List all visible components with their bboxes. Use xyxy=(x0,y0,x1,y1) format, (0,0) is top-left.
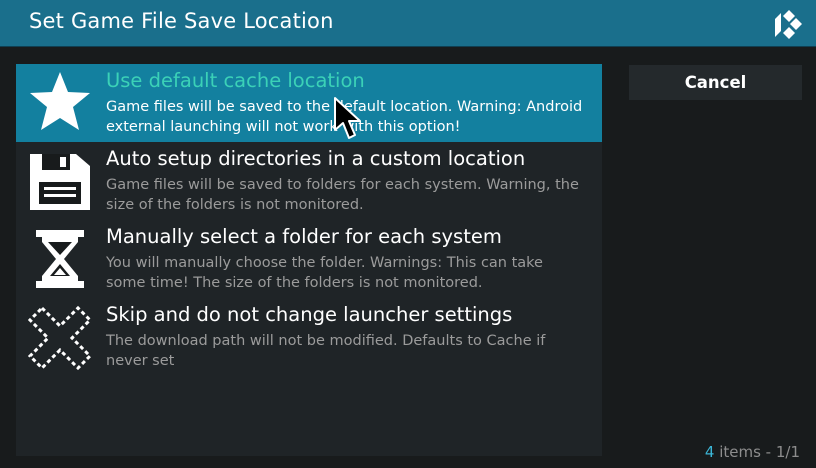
option-description: You will manually choose the folder. War… xyxy=(106,255,543,291)
item-count-footer: 4 items - 1/1 xyxy=(705,443,800,461)
option-manually-select-folder[interactable]: Manually select a folder for each system… xyxy=(16,220,602,298)
dialog-title-bar: Set Game File Save Location xyxy=(0,0,816,47)
option-label: Auto setup directories in a custom locat… xyxy=(106,147,526,170)
item-count: 4 xyxy=(704,443,715,461)
option-use-default-cache[interactable]: Use default cache location Game files wi… xyxy=(16,64,602,142)
kodi-logo-icon xyxy=(775,10,802,39)
option-label: Skip and do not change launcher settings xyxy=(106,303,513,326)
cross-icon xyxy=(28,305,92,370)
option-label: Use default cache location xyxy=(106,69,365,92)
dialog-title: Set Game File Save Location xyxy=(29,9,334,33)
page-indicator: 1/1 xyxy=(775,443,800,461)
cancel-button[interactable]: Cancel xyxy=(629,65,802,100)
option-auto-setup-directories[interactable]: Auto setup directories in a custom locat… xyxy=(16,142,602,220)
mouse-cursor-icon xyxy=(334,97,361,139)
option-description: The download path will not be modified. … xyxy=(106,333,546,369)
hourglass-icon xyxy=(36,230,84,288)
option-description: Game files will be saved to folders for … xyxy=(106,177,579,213)
option-label: Manually select a folder for each system xyxy=(106,225,502,248)
option-skip-launcher-settings[interactable]: Skip and do not change launcher settings… xyxy=(16,298,602,376)
floppy-disk-icon xyxy=(30,154,90,210)
star-icon xyxy=(30,72,90,130)
items-text: items - xyxy=(714,443,776,461)
